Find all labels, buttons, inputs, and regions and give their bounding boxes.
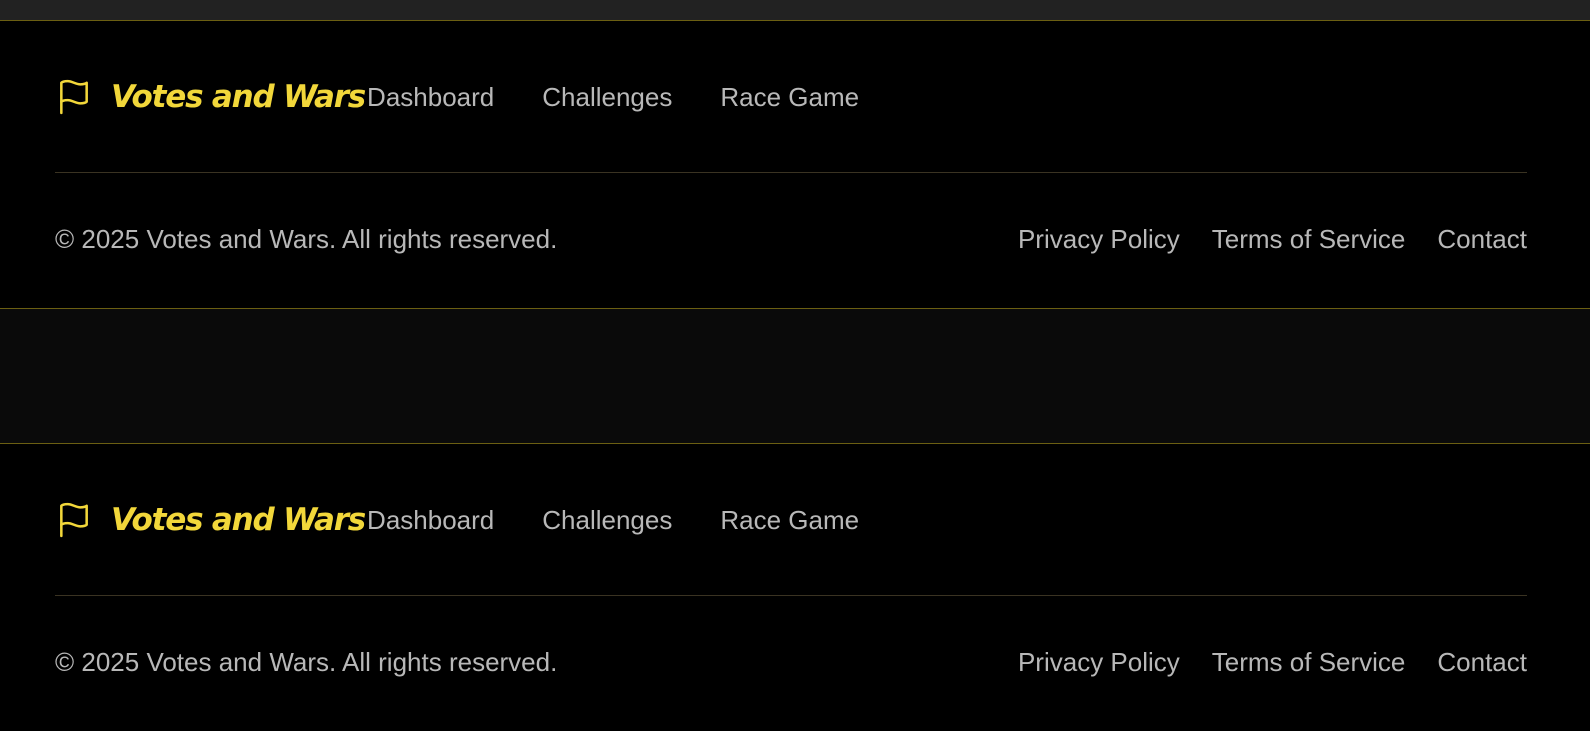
footer-nav: Dashboard Challenges Race Game bbox=[367, 505, 907, 536]
footer-divider bbox=[55, 595, 1527, 596]
legal-links: Privacy Policy Terms of Service Contact bbox=[986, 647, 1527, 678]
flag-icon bbox=[55, 501, 93, 539]
brand-name: Votes and Wars bbox=[111, 502, 366, 538]
footer-top-row: Votes and Wars Dashboard Challenges Race… bbox=[55, 498, 907, 542]
terms-of-service-link[interactable]: Terms of Service bbox=[1212, 224, 1406, 255]
contact-link[interactable]: Contact bbox=[1437, 647, 1527, 678]
footer-bottom-row: © 2025 Votes and Wars. All rights reserv… bbox=[55, 219, 1527, 259]
brand-name: Votes and Wars bbox=[111, 79, 366, 115]
nav-link-challenges[interactable]: Challenges bbox=[542, 505, 672, 536]
brand[interactable]: Votes and Wars bbox=[55, 78, 366, 116]
footer-nav: Dashboard Challenges Race Game bbox=[367, 82, 907, 113]
copyright-text: © 2025 Votes and Wars. All rights reserv… bbox=[55, 646, 558, 677]
brand[interactable]: Votes and Wars bbox=[55, 501, 366, 539]
terms-of-service-link[interactable]: Terms of Service bbox=[1212, 647, 1406, 678]
top-strip bbox=[0, 0, 1590, 21]
nav-link-challenges[interactable]: Challenges bbox=[542, 82, 672, 113]
footer-divider bbox=[55, 172, 1527, 173]
site-footer: Votes and Wars Dashboard Challenges Race… bbox=[0, 443, 1590, 731]
content-area bbox=[0, 308, 1590, 443]
privacy-policy-link[interactable]: Privacy Policy bbox=[1018, 224, 1180, 255]
copyright-text: © 2025 Votes and Wars. All rights reserv… bbox=[55, 223, 558, 254]
privacy-policy-link[interactable]: Privacy Policy bbox=[1018, 647, 1180, 678]
footer-top-row: Votes and Wars Dashboard Challenges Race… bbox=[55, 75, 907, 119]
site-footer: Votes and Wars Dashboard Challenges Race… bbox=[0, 21, 1590, 308]
nav-link-race-game[interactable]: Race Game bbox=[720, 505, 859, 536]
flag-icon bbox=[55, 78, 93, 116]
nav-link-dashboard[interactable]: Dashboard bbox=[367, 505, 494, 536]
legal-links: Privacy Policy Terms of Service Contact bbox=[986, 224, 1527, 255]
nav-link-dashboard[interactable]: Dashboard bbox=[367, 82, 494, 113]
nav-link-race-game[interactable]: Race Game bbox=[720, 82, 859, 113]
footer-bottom-row: © 2025 Votes and Wars. All rights reserv… bbox=[55, 642, 1527, 682]
contact-link[interactable]: Contact bbox=[1437, 224, 1527, 255]
